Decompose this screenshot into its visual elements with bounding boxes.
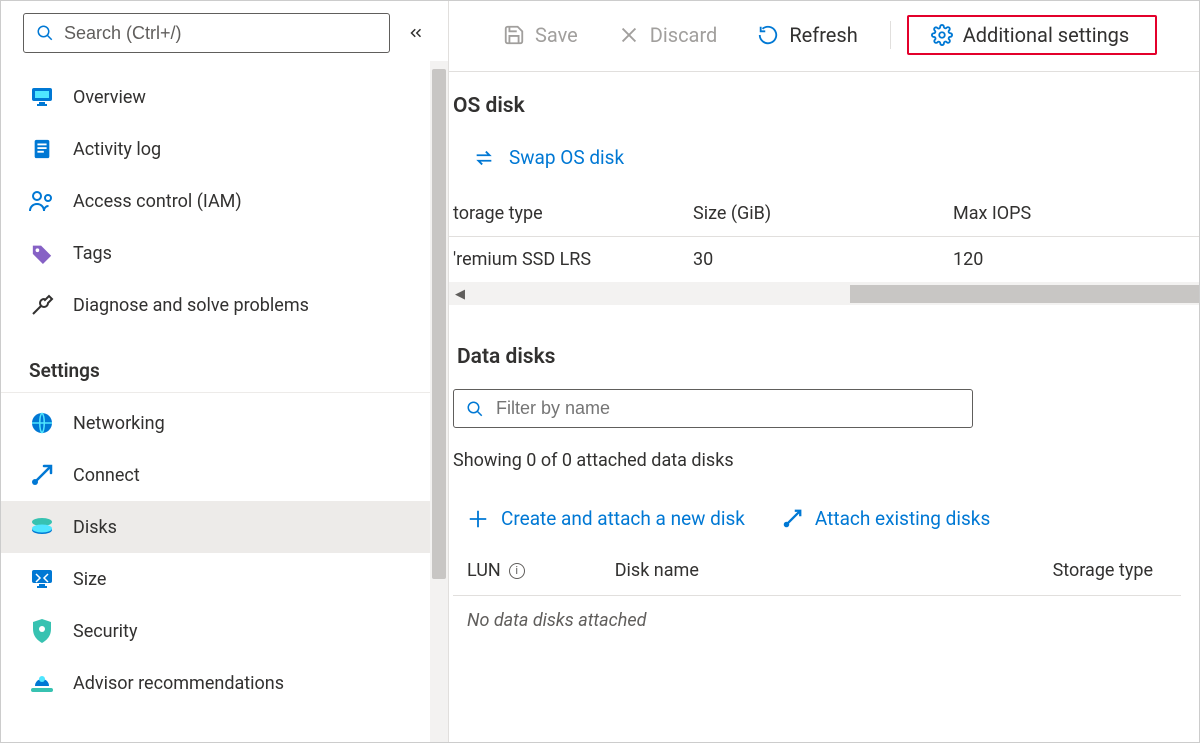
plus-icon (467, 508, 489, 530)
search-input[interactable] (64, 23, 377, 44)
toolbar: Save Discard Refresh Additional settings (449, 1, 1199, 72)
save-button[interactable]: Save (487, 19, 594, 51)
create-attach-disk-button[interactable]: Create and attach a new disk (467, 507, 745, 530)
nav-item-overview[interactable]: Overview (1, 71, 448, 123)
nav-item-diagnose[interactable]: Diagnose and solve problems (1, 279, 448, 331)
nav-item-size[interactable]: Size (1, 553, 448, 605)
gear-icon (931, 24, 953, 46)
empty-state: No data disks attached (453, 596, 1181, 631)
filter-box[interactable] (453, 389, 973, 428)
connect-icon (29, 462, 55, 488)
collapse-sidebar-button[interactable] (398, 24, 434, 42)
toolbar-label: Discard (650, 23, 718, 47)
nav-item-access-control[interactable]: Access control (IAM) (1, 175, 448, 227)
col-lun-label: LUN (467, 560, 501, 581)
nav-label: Activity log (73, 139, 161, 160)
data-disk-actions: Create and attach a new disk Attach exis… (453, 471, 1181, 552)
content: OS disk Swap OS disk torage type Size (G… (449, 72, 1199, 742)
nav-item-advisor[interactable]: Advisor recommendations (1, 657, 448, 709)
data-disks-section: Data disks Showing 0 of 0 attached data … (449, 305, 1199, 631)
globe-icon (29, 410, 55, 436)
col-storage-type: Storage type (1053, 560, 1181, 581)
disks-icon (29, 514, 55, 540)
horizontal-scrollbar[interactable]: ◀ (449, 283, 1199, 305)
sidebar-scrollbar[interactable] (430, 61, 448, 742)
refresh-icon (757, 24, 779, 46)
close-icon (618, 24, 640, 46)
search-row (1, 1, 448, 63)
search-icon (466, 400, 484, 418)
link-label: Attach existing disks (815, 507, 990, 530)
col-storage-type: torage type (453, 203, 693, 224)
callout-highlight: Additional settings (907, 15, 1158, 55)
scroll-left-icon[interactable]: ◀ (449, 287, 471, 302)
nav-label: Overview (73, 87, 146, 108)
filter-input[interactable] (496, 398, 960, 419)
people-icon (29, 188, 55, 214)
col-lun: LUN i (467, 560, 525, 581)
info-icon[interactable]: i (509, 563, 525, 579)
save-icon (503, 24, 525, 46)
nav-item-disks[interactable]: Disks (1, 501, 448, 553)
nav-label: Access control (IAM) (73, 191, 242, 212)
nav-section-settings: Settings (1, 331, 432, 393)
refresh-button[interactable]: Refresh (741, 19, 873, 51)
nav-label: Size (73, 569, 106, 590)
cell-storage-type: 'remium SSD LRS (453, 249, 693, 270)
nav-item-tags[interactable]: Tags (1, 227, 448, 279)
shield-icon (29, 618, 55, 644)
link-label: Create and attach a new disk (501, 507, 745, 530)
nav-item-networking[interactable]: Networking (1, 397, 448, 449)
swap-os-disk-button[interactable]: Swap OS disk (449, 118, 1199, 191)
nav-label: Tags (73, 243, 112, 264)
swap-icon (473, 147, 495, 169)
search-icon (36, 24, 54, 42)
advisor-icon (29, 670, 55, 696)
data-disks-header-row: LUN i Disk name Storage type (453, 552, 1181, 596)
table-header-row: torage type Size (GiB) Max IOPS (449, 191, 1199, 237)
additional-settings-button[interactable]: Additional settings (915, 19, 1146, 51)
table-row[interactable]: 'remium SSD LRS 30 120 (449, 237, 1199, 283)
cell-size: 30 (693, 249, 953, 270)
col-size: Size (GiB) (693, 203, 953, 224)
discard-button[interactable]: Discard (602, 19, 734, 51)
os-disk-heading: OS disk (449, 94, 1199, 118)
data-disks-heading: Data disks (453, 345, 1181, 369)
wrench-icon (29, 292, 55, 318)
monitor-icon (29, 84, 55, 110)
nav: Overview Activity log Access control (IA… (1, 63, 448, 709)
size-icon (29, 566, 55, 592)
swap-label: Swap OS disk (509, 146, 624, 169)
toolbar-label: Save (535, 23, 578, 47)
nav-item-activity-log[interactable]: Activity log (1, 123, 448, 175)
col-disk-name: Disk name (615, 560, 699, 581)
attach-icon (781, 508, 803, 530)
toolbar-label: Additional settings (963, 23, 1130, 47)
nav-item-security[interactable]: Security (1, 605, 448, 657)
nav-label: Advisor recommendations (73, 673, 284, 694)
log-icon (29, 136, 55, 162)
main: Save Discard Refresh Additional settings (449, 1, 1199, 742)
nav-label: Connect (73, 465, 140, 486)
nav-label: Security (73, 621, 137, 642)
nav-item-connect[interactable]: Connect (1, 449, 448, 501)
toolbar-label: Refresh (789, 23, 857, 47)
showing-count: Showing 0 of 0 attached data disks (453, 428, 1181, 471)
toolbar-separator (890, 21, 891, 49)
nav-label: Networking (73, 413, 165, 434)
tag-icon (29, 240, 55, 266)
os-disk-table: torage type Size (GiB) Max IOPS 'remium … (449, 191, 1199, 283)
nav-label: Disks (73, 517, 117, 538)
col-max-iops: Max IOPS (953, 203, 1199, 224)
attach-existing-disk-button[interactable]: Attach existing disks (781, 507, 990, 530)
search-box[interactable] (23, 13, 390, 53)
cell-max-iops: 120 (953, 249, 1199, 270)
nav-label: Diagnose and solve problems (73, 295, 309, 316)
sidebar: Overview Activity log Access control (IA… (1, 1, 449, 742)
